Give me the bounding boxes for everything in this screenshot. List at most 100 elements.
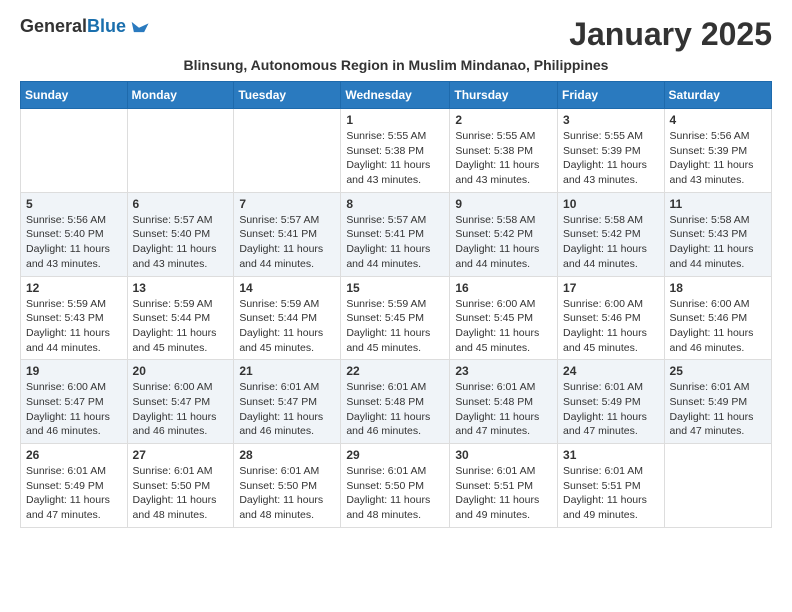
cell-info: Sunrise: 6:01 AM Sunset: 5:50 PM Dayligh… xyxy=(239,464,335,523)
day-number: 25 xyxy=(670,364,766,378)
calendar-cell xyxy=(127,109,234,193)
cell-info: Sunrise: 5:58 AM Sunset: 5:43 PM Dayligh… xyxy=(670,213,766,272)
calendar-cell: 25 Sunrise: 6:01 AM Sunset: 5:49 PM Dayli… xyxy=(664,360,771,444)
calendar-cell: 4 Sunrise: 5:56 AM Sunset: 5:39 PM Daylig… xyxy=(664,109,771,193)
calendar-week-row: 5Sunrise: 5:56 AM Sunset: 5:40 PM Daylig… xyxy=(21,192,772,276)
day-number: 8 xyxy=(346,197,444,211)
calendar-cell: 10Sunrise: 5:58 AM Sunset: 5:42 PM Dayli… xyxy=(558,192,665,276)
cell-info: Sunrise: 5:55 AM Sunset: 5:38 PM Dayligh… xyxy=(346,129,444,188)
cell-info: Sunrise: 6:01 AM Sunset: 5:50 PM Dayligh… xyxy=(346,464,444,523)
logo: GeneralBlue xyxy=(20,16,150,38)
calendar-cell: 15 Sunrise: 5:59 AM Sunset: 5:45 PM Dayli… xyxy=(341,276,450,360)
cell-info: Sunrise: 5:59 AM Sunset: 5:44 PM Dayligh… xyxy=(239,297,335,356)
calendar-cell: 26 Sunrise: 6:01 AM Sunset: 5:49 PM Dayli… xyxy=(21,444,128,528)
calendar-cell: 7 Sunrise: 5:57 AM Sunset: 5:41 PM Daylig… xyxy=(234,192,341,276)
day-number: 10 xyxy=(563,197,659,211)
weekday-header-monday: Monday xyxy=(127,82,234,109)
month-title: January 2025 xyxy=(569,16,772,53)
calendar-cell: 9Sunrise: 5:58 AM Sunset: 5:42 PM Daylig… xyxy=(450,192,558,276)
calendar-cell xyxy=(21,109,128,193)
day-number: 23 xyxy=(455,364,552,378)
calendar-cell: 14 Sunrise: 5:59 AM Sunset: 5:44 PM Dayli… xyxy=(234,276,341,360)
cell-info: Sunrise: 5:58 AM Sunset: 5:42 PM Dayligh… xyxy=(455,213,552,272)
day-number: 15 xyxy=(346,281,444,295)
weekday-header-tuesday: Tuesday xyxy=(234,82,341,109)
calendar-cell: 8Sunrise: 5:57 AM Sunset: 5:41 PM Daylig… xyxy=(341,192,450,276)
cell-info: Sunrise: 6:01 AM Sunset: 5:51 PM Dayligh… xyxy=(563,464,659,523)
day-number: 4 xyxy=(670,113,766,127)
calendar-cell: 31 Sunrise: 6:01 AM Sunset: 5:51 PM Dayli… xyxy=(558,444,665,528)
calendar-cell xyxy=(664,444,771,528)
calendar-table: SundayMondayTuesdayWednesdayThursdayFrid… xyxy=(20,81,772,528)
calendar-cell: 20Sunrise: 6:00 AM Sunset: 5:47 PM Dayli… xyxy=(127,360,234,444)
calendar-cell: 18 Sunrise: 6:00 AM Sunset: 5:46 PM Dayli… xyxy=(664,276,771,360)
day-number: 26 xyxy=(26,448,122,462)
cell-info: Sunrise: 6:00 AM Sunset: 5:46 PM Dayligh… xyxy=(670,297,766,356)
cell-info: Sunrise: 5:55 AM Sunset: 5:39 PM Dayligh… xyxy=(563,129,659,188)
weekday-header-thursday: Thursday xyxy=(450,82,558,109)
day-number: 16 xyxy=(455,281,552,295)
calendar-week-row: 19Sunrise: 6:00 AM Sunset: 5:47 PM Dayli… xyxy=(21,360,772,444)
subtitle: Blinsung, Autonomous Region in Muslim Mi… xyxy=(20,57,772,73)
cell-info: Sunrise: 5:59 AM Sunset: 5:44 PM Dayligh… xyxy=(133,297,229,356)
weekday-header-saturday: Saturday xyxy=(664,82,771,109)
day-number: 30 xyxy=(455,448,552,462)
cell-info: Sunrise: 6:01 AM Sunset: 5:49 PM Dayligh… xyxy=(670,380,766,439)
cell-info: Sunrise: 6:01 AM Sunset: 5:47 PM Dayligh… xyxy=(239,380,335,439)
cell-info: Sunrise: 5:59 AM Sunset: 5:43 PM Dayligh… xyxy=(26,297,122,356)
cell-info: Sunrise: 5:56 AM Sunset: 5:39 PM Dayligh… xyxy=(670,129,766,188)
cell-info: Sunrise: 6:00 AM Sunset: 5:47 PM Dayligh… xyxy=(26,380,122,439)
calendar-cell: 12 Sunrise: 5:59 AM Sunset: 5:43 PM Dayli… xyxy=(21,276,128,360)
day-number: 20 xyxy=(133,364,229,378)
calendar-cell: 19Sunrise: 6:00 AM Sunset: 5:47 PM Dayli… xyxy=(21,360,128,444)
calendar-cell: 16 Sunrise: 6:00 AM Sunset: 5:45 PM Dayli… xyxy=(450,276,558,360)
calendar-cell: 6Sunrise: 5:57 AM Sunset: 5:40 PM Daylig… xyxy=(127,192,234,276)
cell-info: Sunrise: 5:59 AM Sunset: 5:45 PM Dayligh… xyxy=(346,297,444,356)
calendar-cell: 17Sunrise: 6:00 AM Sunset: 5:46 PM Dayli… xyxy=(558,276,665,360)
day-number: 7 xyxy=(239,197,335,211)
day-number: 13 xyxy=(133,281,229,295)
logo-general: General xyxy=(20,16,87,36)
calendar-cell: 13 Sunrise: 5:59 AM Sunset: 5:44 PM Dayli… xyxy=(127,276,234,360)
calendar-cell: 23Sunrise: 6:01 AM Sunset: 5:48 PM Dayli… xyxy=(450,360,558,444)
cell-info: Sunrise: 6:01 AM Sunset: 5:50 PM Dayligh… xyxy=(133,464,229,523)
day-number: 18 xyxy=(670,281,766,295)
calendar-week-row: 26 Sunrise: 6:01 AM Sunset: 5:49 PM Dayli… xyxy=(21,444,772,528)
day-number: 14 xyxy=(239,281,335,295)
cell-info: Sunrise: 6:01 AM Sunset: 5:49 PM Dayligh… xyxy=(563,380,659,439)
day-number: 28 xyxy=(239,448,335,462)
day-number: 2 xyxy=(455,113,552,127)
day-number: 12 xyxy=(26,281,122,295)
day-number: 5 xyxy=(26,197,122,211)
calendar-cell: 22 Sunrise: 6:01 AM Sunset: 5:48 PM Dayli… xyxy=(341,360,450,444)
cell-info: Sunrise: 5:57 AM Sunset: 5:41 PM Dayligh… xyxy=(239,213,335,272)
day-number: 29 xyxy=(346,448,444,462)
day-number: 22 xyxy=(346,364,444,378)
cell-info: Sunrise: 5:55 AM Sunset: 5:38 PM Dayligh… xyxy=(455,129,552,188)
cell-info: Sunrise: 6:01 AM Sunset: 5:48 PM Dayligh… xyxy=(346,380,444,439)
calendar-cell: 28 Sunrise: 6:01 AM Sunset: 5:50 PM Dayli… xyxy=(234,444,341,528)
calendar-cell: 5Sunrise: 5:56 AM Sunset: 5:40 PM Daylig… xyxy=(21,192,128,276)
cell-info: Sunrise: 5:57 AM Sunset: 5:40 PM Dayligh… xyxy=(133,213,229,272)
day-number: 21 xyxy=(239,364,335,378)
calendar-cell: 2 Sunrise: 5:55 AM Sunset: 5:38 PM Daylig… xyxy=(450,109,558,193)
cell-info: Sunrise: 6:01 AM Sunset: 5:49 PM Dayligh… xyxy=(26,464,122,523)
header: GeneralBlue January 2025 xyxy=(20,16,772,53)
day-number: 11 xyxy=(670,197,766,211)
calendar-cell: 3 Sunrise: 5:55 AM Sunset: 5:39 PM Daylig… xyxy=(558,109,665,193)
day-number: 31 xyxy=(563,448,659,462)
page: GeneralBlue January 2025 Blinsung, Auton… xyxy=(0,0,792,544)
calendar-week-row: 12 Sunrise: 5:59 AM Sunset: 5:43 PM Dayli… xyxy=(21,276,772,360)
logo-blue: Blue xyxy=(87,16,126,36)
weekday-header-friday: Friday xyxy=(558,82,665,109)
day-number: 17 xyxy=(563,281,659,295)
day-number: 27 xyxy=(133,448,229,462)
calendar-cell: 24Sunrise: 6:01 AM Sunset: 5:49 PM Dayli… xyxy=(558,360,665,444)
cell-info: Sunrise: 6:01 AM Sunset: 5:51 PM Dayligh… xyxy=(455,464,552,523)
cell-info: Sunrise: 6:00 AM Sunset: 5:45 PM Dayligh… xyxy=(455,297,552,356)
calendar-week-row: 1Sunrise: 5:55 AM Sunset: 5:38 PM Daylig… xyxy=(21,109,772,193)
day-number: 3 xyxy=(563,113,659,127)
calendar-cell: 27 Sunrise: 6:01 AM Sunset: 5:50 PM Dayli… xyxy=(127,444,234,528)
weekday-header-row: SundayMondayTuesdayWednesdayThursdayFrid… xyxy=(21,82,772,109)
calendar-cell: 29 Sunrise: 6:01 AM Sunset: 5:50 PM Dayli… xyxy=(341,444,450,528)
